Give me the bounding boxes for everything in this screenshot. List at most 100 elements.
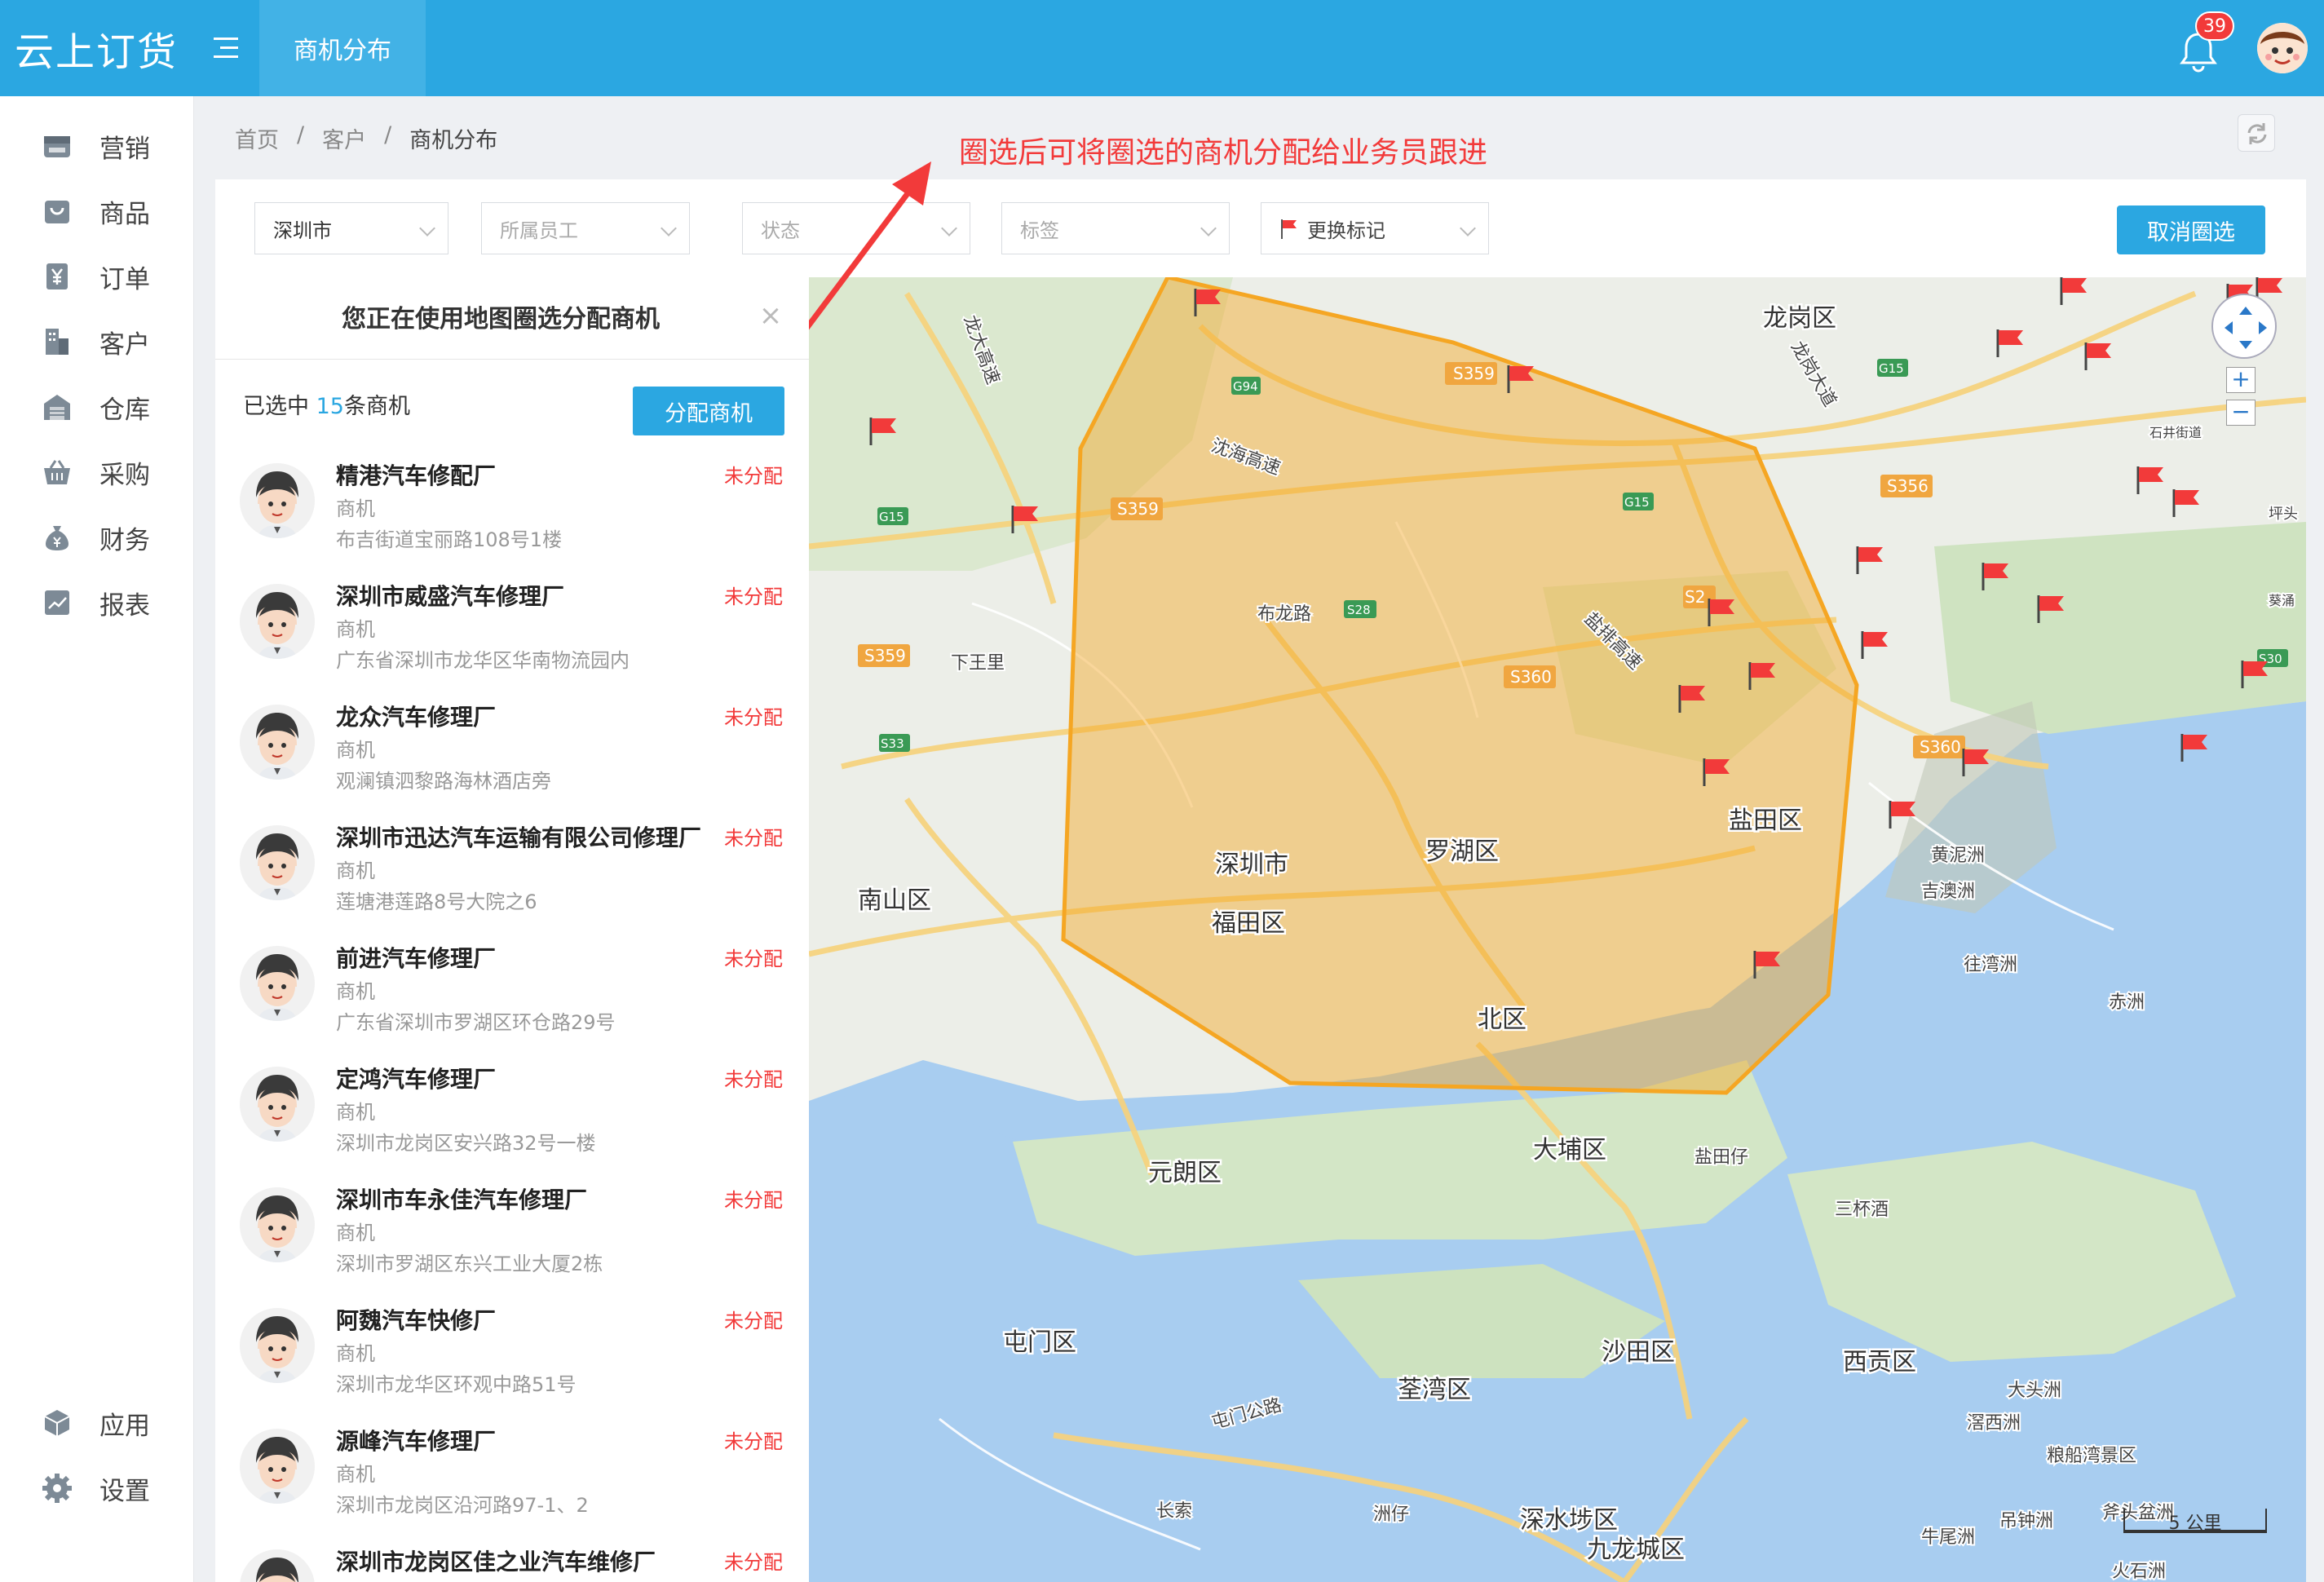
breadcrumb-home[interactable]: 首页	[235, 122, 279, 154]
opportunity-flag-marker[interactable]	[2060, 277, 2087, 305]
assign-panel: 您正在使用地图圈选分配商机 × 已选中 15条商机 分配商机 精港汽车修配厂 商机…	[215, 277, 809, 1582]
list-item[interactable]: 深圳市迅达汽车运输有限公司修理厂 商机 莲塘港莲路8号大院之6 未分配	[215, 812, 809, 933]
opportunity-flag-marker[interactable]	[1856, 546, 1883, 574]
sidebar-item-products[interactable]: 商品	[0, 183, 194, 240]
tab-opportunity-distribution[interactable]: 商机分布	[259, 0, 426, 96]
tag-select[interactable]: 标签	[1001, 202, 1230, 254]
assign-opportunities-button[interactable]: 分配商机	[633, 387, 784, 435]
svg-text:G94: G94	[1233, 379, 1258, 394]
city-select[interactable]: 深圳市	[254, 202, 448, 254]
menu-toggle-icon[interactable]	[214, 36, 238, 60]
zoom-out-button[interactable]: −	[2226, 400, 2256, 426]
cube-icon	[44, 1410, 70, 1436]
selected-prefix: 已选中	[243, 394, 316, 419]
list-item[interactable]: 阿魏汽车快修厂 商机 深圳市龙华区环观中路51号 未分配	[215, 1295, 809, 1416]
sidebar-item-label: 应用	[99, 1411, 150, 1441]
opportunity-name: 精港汽车修配厂	[336, 462, 497, 489]
map-label: 西贡区	[1843, 1348, 1916, 1377]
svg-text:G15: G15	[1624, 495, 1650, 510]
status-badge: 未分配	[724, 1189, 783, 1212]
road-badge: G15	[1623, 493, 1654, 510]
map-label: 布龙路	[1257, 604, 1311, 625]
sidebar-item-label: 采购	[99, 460, 150, 490]
app-logo[interactable]: 云上订货	[15, 21, 178, 75]
map-label: 粮船湾景区	[2047, 1446, 2136, 1466]
opportunity-type: 商机	[336, 859, 375, 882]
tag-select-placeholder: 标签	[1020, 219, 1059, 242]
sidebar-item-finance[interactable]: 财务	[0, 509, 194, 566]
notification-badge: 39	[2195, 11, 2234, 41]
opportunity-flag-marker[interactable]	[1996, 329, 2023, 357]
refresh-button[interactable]	[2238, 114, 2275, 152]
warehouse-icon	[44, 395, 70, 420]
sidebar-item-apps[interactable]: 应用	[0, 1394, 194, 1452]
sidebar-item-reports[interactable]: 报表	[0, 574, 194, 631]
opportunity-flag-marker[interactable]	[2172, 489, 2199, 517]
opportunity-flag-marker[interactable]	[2084, 342, 2111, 370]
opportunity-address: 广东省深圳市龙华区华南物流园内	[336, 649, 630, 672]
map-label: 牛尾洲	[1921, 1527, 1975, 1548]
road-badge: G15	[877, 507, 908, 525]
road-badge: S356	[1880, 475, 1933, 497]
opportunity-list: 精港汽车修配厂 商机 布吉街道宝丽路108号1楼 未分配 深圳市威盛汽车修理厂 商机 广东省…	[215, 450, 809, 1582]
opportunity-name: 深圳市龙岗区佳之业汽车维修厂	[336, 1549, 656, 1575]
sidebar-item-purchase[interactable]: 采购	[0, 444, 194, 501]
map-canvas[interactable]: 龙岗区 深圳市 罗湖区 福田区 南山区 盐田区 北区 元朗区 大埔区 屯门区 沙…	[809, 277, 2306, 1582]
close-icon[interactable]: ×	[758, 302, 783, 329]
list-item[interactable]: 定鸿汽车修理厂 商机 深圳市龙岗区安兴路32号一楼 未分配	[215, 1054, 809, 1174]
opportunity-name: 深圳市车永佳汽车修理厂	[336, 1186, 588, 1213]
avatar	[240, 584, 315, 659]
map-label: 坪头	[2269, 506, 2298, 523]
map-label: 元朗区	[1148, 1159, 1222, 1187]
list-item[interactable]: 精港汽车修配厂 商机 布吉街道宝丽路108号1楼 未分配	[215, 450, 809, 571]
map-label: 深水埗区	[1520, 1506, 1618, 1535]
road-badge: S28	[1344, 600, 1376, 618]
money-bag-icon	[46, 526, 68, 550]
svg-text:S33: S33	[881, 736, 904, 751]
opportunity-flag-marker[interactable]	[1861, 631, 1888, 659]
sidebar-item-customers[interactable]: 客户	[0, 313, 194, 370]
sidebar-item-settings[interactable]: 设置	[0, 1460, 194, 1517]
status-badge: 未分配	[724, 1551, 783, 1574]
map-pan-control[interactable]	[2211, 294, 2277, 359]
list-item[interactable]: 前进汽车修理厂 商机 广东省深圳市罗湖区环仓路29号 未分配	[215, 933, 809, 1054]
list-item[interactable]: 深圳市车永佳汽车修理厂 商机 深圳市罗湖区东兴工业大厦2栋 未分配	[215, 1174, 809, 1295]
opportunity-name: 阿魏汽车快修厂	[336, 1307, 497, 1334]
opportunity-address: 深圳市龙岗区沿河路97-1、2	[336, 1494, 589, 1517]
sidebar-item-label: 财务	[99, 525, 150, 555]
sidebar-item-warehouse[interactable]: 仓库	[0, 378, 194, 435]
opportunity-flag-marker[interactable]	[2136, 466, 2163, 494]
status-badge: 未分配	[724, 706, 783, 729]
opportunity-address: 深圳市罗湖区东兴工业大厦2栋	[336, 1253, 603, 1275]
map-label: 黄泥洲	[1931, 846, 1985, 866]
list-item[interactable]: 深圳市龙岗区佳之业汽车维修厂商机 未分配	[215, 1536, 809, 1582]
sidebar-item-marketing[interactable]: 营销	[0, 117, 194, 175]
user-avatar[interactable]	[2257, 23, 2308, 73]
svg-text:S359: S359	[1117, 499, 1159, 519]
breadcrumb-customers[interactable]: 客户	[322, 122, 366, 154]
svg-text:S360: S360	[1510, 667, 1552, 687]
road-badge: S360	[1504, 665, 1556, 688]
marker-select[interactable]: 更换标记	[1261, 202, 1489, 254]
employee-select-placeholder: 所属员工	[500, 219, 578, 242]
building-icon	[46, 329, 68, 355]
map-label: 长索	[1156, 1501, 1192, 1522]
list-item[interactable]: 龙众汽车修理厂 商机 观澜镇泗黎路海林酒店旁 未分配	[215, 692, 809, 812]
list-item[interactable]: 深圳市威盛汽车修理厂 商机 广东省深圳市龙华区华南物流园内 未分配	[215, 571, 809, 692]
map-view[interactable]: 龙岗区 深圳市 罗湖区 福田区 南山区 盐田区 北区 元朗区 大埔区 屯门区 沙…	[809, 277, 2306, 1582]
cancel-selection-button[interactable]: 取消圈选	[2117, 205, 2265, 254]
employee-select[interactable]: 所属员工	[481, 202, 690, 254]
road-badge: S359	[858, 644, 910, 667]
avatar	[240, 1429, 315, 1504]
breadcrumb: 首页 / 客户 / 商机分布	[235, 122, 497, 154]
zoom-in-button[interactable]: +	[2226, 367, 2256, 393]
breadcrumb-separator: /	[297, 122, 305, 148]
list-item[interactable]: 源峰汽车修理厂 商机 深圳市龙岗区沿河路97-1、2 未分配	[215, 1416, 809, 1536]
map-label: 盐田仔	[1694, 1147, 1748, 1168]
map-label: 九龙城区	[1587, 1536, 1685, 1564]
sidebar-item-label: 客户	[99, 329, 150, 360]
sidebar-item-orders[interactable]: 订单	[0, 248, 194, 305]
svg-text:S2: S2	[1685, 587, 1705, 607]
status-badge: 未分配	[724, 465, 783, 488]
selection-polygon[interactable]	[1061, 277, 1859, 1095]
